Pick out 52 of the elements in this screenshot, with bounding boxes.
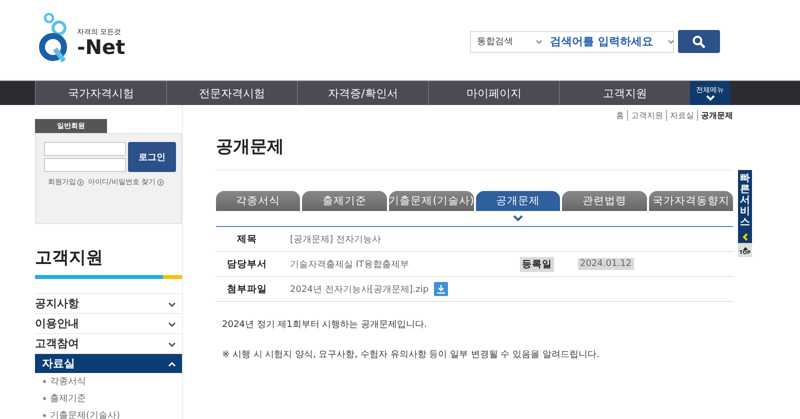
nav-item[interactable]: 마이페이지 [428, 81, 559, 105]
arrow-circle-icon [77, 178, 84, 186]
body-text: 2024년 정기 제1회부터 시행하는 공개문제입니다. [222, 319, 428, 331]
tab[interactable]: 각종서식 [216, 191, 300, 211]
sidebar-item[interactable]: 이용안내 [35, 313, 182, 333]
quick-service-tab[interactable]: 빠른서비스 [738, 170, 752, 231]
password-field[interactable] [44, 158, 126, 172]
sidebar-subitem[interactable]: 각종서식 [35, 373, 182, 390]
page-title: 공개문제 [216, 136, 285, 157]
nav-item[interactable]: 자격증/확인서 [297, 81, 428, 105]
field-label: 담당부서 [226, 258, 268, 270]
tab[interactable]: 기출문제(기술사) [388, 191, 474, 211]
chevron-down-icon [168, 300, 176, 306]
tab[interactable]: 공개문제 [476, 191, 560, 211]
chevron-down-icon [706, 95, 714, 101]
attachment-link[interactable]: 2024년 전자기능사[공개문제].zip [290, 282, 429, 296]
nav-item[interactable]: 전문자격시험 [166, 81, 297, 105]
sidebar-title: 고객지원 [35, 247, 104, 269]
search-icon [692, 34, 706, 48]
field-value: 기술자격출제실 IT융합출제부 [290, 258, 410, 270]
field-label: 등록일 [520, 256, 554, 272]
arrow-up-icon [742, 247, 748, 250]
breadcrumb-item[interactable]: 자료실 [670, 111, 694, 120]
field-label: 제목 [236, 232, 258, 246]
download-icon[interactable] [434, 282, 448, 296]
breadcrumb-item[interactable]: 홈 [616, 111, 624, 120]
tab[interactable]: 국가자격동향지 [648, 191, 733, 211]
nav-item[interactable]: 고객지원 [559, 81, 690, 105]
tab[interactable]: 출제기준 [302, 191, 387, 211]
nav-item[interactable]: 국가자격시험 [35, 81, 166, 105]
id-field[interactable] [44, 142, 126, 156]
arrow-circle-icon [156, 178, 164, 186]
chevron-down-icon [168, 320, 176, 326]
chevron-down-icon [512, 215, 523, 222]
sidebar-item[interactable]: 공지사항 [35, 293, 182, 313]
chevron-left-icon [742, 233, 748, 241]
collapse-button[interactable] [738, 231, 752, 243]
field-value: 2024.01.12 [578, 258, 634, 270]
logo-text: -Net [77, 37, 126, 57]
tab[interactable]: 관련법령 [562, 191, 647, 211]
body-text: ※ 시행 시 시험지 양식, 요구사항, 수험자 유의사항 등이 일부 변경될 수 있음을 알려드립니다. [222, 349, 600, 361]
sidebar-subitem[interactable]: 출제기준 [35, 390, 182, 407]
chevron-down-icon [168, 340, 176, 346]
breadcrumb-item[interactable]: 고객지원 [631, 111, 663, 120]
breadcrumb-item[interactable]: 공개문제 [701, 111, 733, 120]
login-button[interactable]: 로그인 [128, 142, 176, 172]
field-value: [공개문제] 전자기능사 [290, 234, 381, 246]
sidebar-subitem[interactable]: 기출문제(기술사) [35, 407, 182, 419]
search-button[interactable] [678, 30, 720, 53]
chevron-up-icon [168, 360, 176, 366]
field-label: 첨부파일 [226, 282, 268, 296]
sidebar-item[interactable]: 자료실 [35, 353, 182, 373]
